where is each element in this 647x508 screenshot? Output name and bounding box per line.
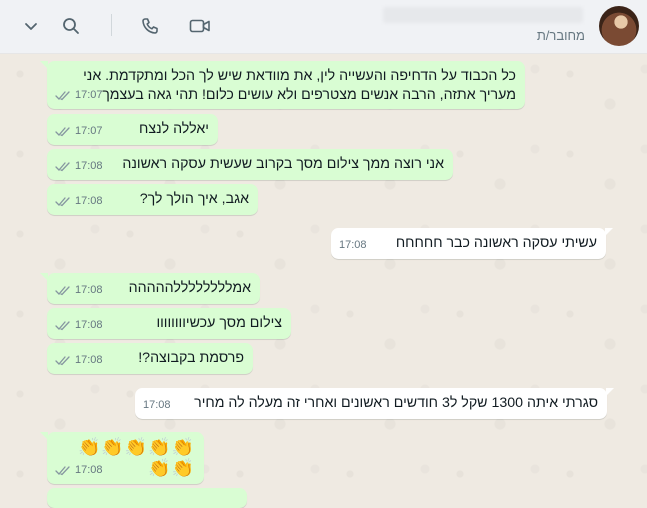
message-time: 17:08 bbox=[75, 160, 103, 172]
message-time: 17:08 bbox=[143, 399, 171, 411]
avatar[interactable] bbox=[599, 6, 639, 46]
message-bubble-outgoing[interactable]: אני רוצה ממך צילום מסך בקרוב שעשית עסקה … bbox=[47, 149, 453, 180]
message-text: אני רוצה ממך צילום מסך בקרוב שעשית עסקה … bbox=[122, 156, 444, 172]
message-bubble-outgoing[interactable] bbox=[47, 488, 247, 508]
message-meta: 17:08 bbox=[55, 316, 103, 335]
message-text: אגב, איך הולך לך? bbox=[139, 191, 249, 207]
message-time: 17:08 bbox=[75, 284, 103, 296]
message-bubble-outgoing[interactable]: פרסמת בקבוצה?! 17:08 bbox=[47, 343, 253, 374]
message-meta: 17:07 bbox=[55, 86, 103, 105]
chevron-down-icon[interactable] bbox=[18, 13, 44, 39]
message-time: 17:07 bbox=[75, 125, 103, 137]
contact-status: מחובר/ת bbox=[536, 28, 585, 43]
message-meta: 17:08 bbox=[55, 351, 103, 370]
message-time: 17:08 bbox=[75, 319, 103, 331]
search-icon[interactable] bbox=[58, 13, 84, 39]
double-check-icon bbox=[55, 466, 70, 476]
message-text: סגרתי איתה 1300 שקל ל3 חודשים ראשונים וא… bbox=[194, 395, 598, 411]
message-time: 17:07 bbox=[75, 89, 103, 101]
phone-icon[interactable] bbox=[137, 13, 163, 39]
message-bubble-outgoing[interactable]: צילום מסך עכשיוווווווו 17:08 bbox=[47, 308, 291, 339]
message-meta: 17:08 bbox=[55, 192, 103, 211]
message-bubble-outgoing[interactable]: 👏👏👏👏👏👏👏 17:08 bbox=[40, 432, 204, 484]
double-check-icon bbox=[55, 91, 70, 101]
message-time: 17:08 bbox=[339, 239, 367, 251]
message-bubble-incoming[interactable]: סגרתי איתה 1300 שקל ל3 חודשים ראשונים וא… bbox=[135, 388, 614, 419]
message-meta: 17:08 bbox=[143, 396, 171, 415]
double-check-icon bbox=[55, 321, 70, 331]
header-divider bbox=[111, 14, 112, 36]
message-bubble-outgoing[interactable]: אמללללללללההההה 17:08 bbox=[40, 273, 260, 304]
double-check-icon bbox=[55, 197, 70, 207]
message-text: פרסמת בקבוצה?! bbox=[138, 350, 244, 366]
message-bubble-outgoing[interactable]: אגב, איך הולך לך? 17:08 bbox=[47, 184, 258, 215]
chat-header: מחובר/ת bbox=[0, 0, 647, 54]
double-check-icon bbox=[55, 356, 70, 366]
message-bubble-incoming[interactable]: עשיתי עסקה ראשונה כבר חחחחח 17:08 bbox=[331, 228, 613, 259]
message-time: 17:08 bbox=[75, 354, 103, 366]
message-time: 17:08 bbox=[75, 195, 103, 207]
double-check-icon bbox=[55, 286, 70, 296]
message-meta: 17:08 bbox=[55, 157, 103, 176]
message-bubble-outgoing[interactable]: כל הכבוד על הדחיפה והעשייה לין, את מוודא… bbox=[40, 61, 525, 109]
message-meta: 17:08 bbox=[55, 281, 103, 300]
double-check-icon bbox=[55, 127, 70, 137]
message-text: אמללללללללההההה bbox=[128, 280, 251, 296]
message-time: 17:08 bbox=[75, 464, 103, 476]
contact-name[interactable] bbox=[383, 7, 583, 23]
message-bubble-outgoing[interactable]: יאללה לנצח 17:07 bbox=[47, 114, 218, 145]
message-meta: 17:07 bbox=[55, 122, 103, 141]
double-check-icon bbox=[55, 162, 70, 172]
message-meta: 17:08 bbox=[339, 236, 367, 255]
message-text: יאללה לנצח bbox=[139, 121, 209, 137]
message-text: צילום מסך עכשיוווווווו bbox=[156, 315, 282, 331]
message-meta: 17:08 bbox=[55, 461, 103, 480]
message-text: עשיתי עסקה ראשונה כבר חחחחח bbox=[395, 235, 597, 251]
message-text: כל הכבוד על הדחיפה והעשייה לין, את מוודא… bbox=[83, 68, 516, 103]
video-icon[interactable] bbox=[187, 13, 213, 39]
